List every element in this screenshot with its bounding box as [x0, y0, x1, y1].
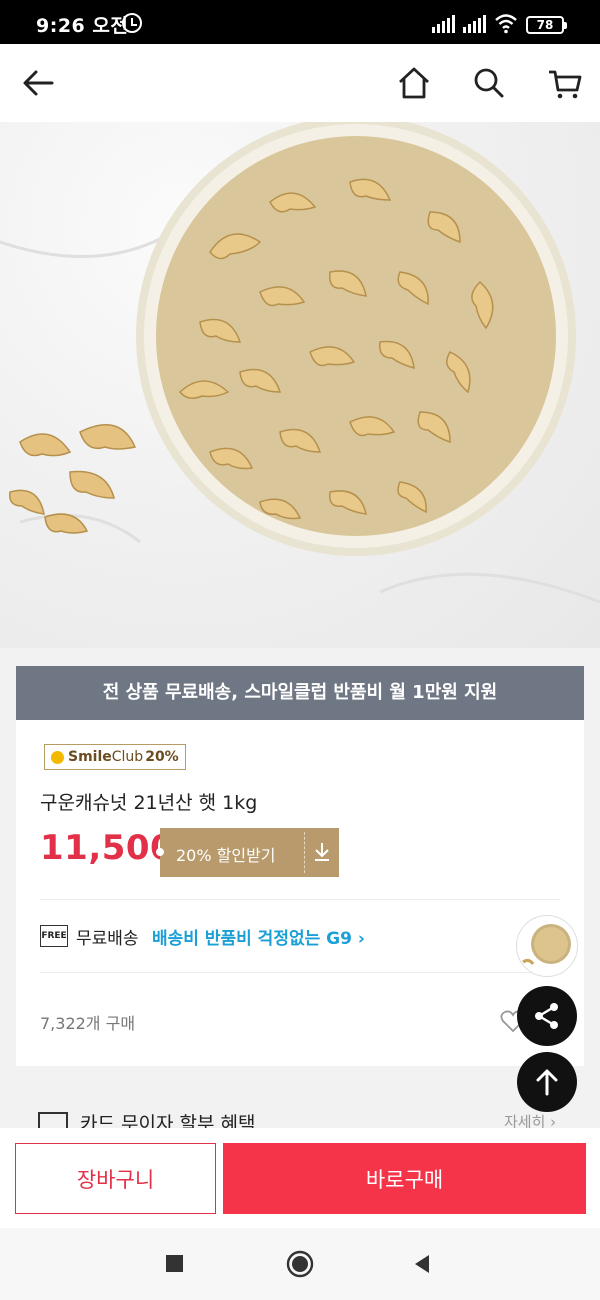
share-icon: [535, 1003, 558, 1029]
arrow-up-icon: [536, 1069, 558, 1096]
product-info-card: Smile Club 20% 구운캐슈넛 21년산 햇 1kg 11,500 2…: [16, 720, 584, 1066]
divider: [40, 899, 560, 900]
recents-icon[interactable]: [164, 1253, 186, 1275]
card-benefit-row[interactable]: 카드 무이자 할부 혜택 자세히 ›: [0, 1106, 600, 1130]
smile-logo-icon: [51, 750, 64, 764]
g9-promo-link[interactable]: 배송비 반품비 걱정없는 G9 ›: [152, 924, 365, 949]
status-time: 9:26 오전: [36, 15, 129, 37]
buy-now-button[interactable]: 바로구매: [223, 1143, 586, 1214]
card-benefit-label: 카드 무이자 할부 혜택: [80, 1113, 256, 1130]
coupon-divider: [304, 832, 305, 873]
system-nav-bar: [0, 1228, 600, 1300]
home-icon[interactable]: [394, 63, 434, 103]
product-title: 구운캐슈넛 21년산 햇 1kg: [40, 792, 258, 814]
scroll-top-button[interactable]: [517, 1052, 577, 1112]
coupon-notch: [156, 848, 164, 856]
product-image[interactable]: [0, 122, 600, 648]
back-arrow-icon[interactable]: [18, 63, 58, 103]
status-bar: 9:26 오전 78: [0, 0, 600, 44]
product-price: 11,500: [40, 828, 175, 868]
coupon-label: 20% 할인받기: [176, 846, 276, 865]
cart-icon[interactable]: [545, 63, 585, 103]
search-icon[interactable]: [469, 63, 509, 103]
battery-icon: 78: [526, 16, 567, 34]
cashew-bowl-image: [0, 122, 600, 604]
back-nav-icon[interactable]: [411, 1253, 433, 1275]
smile-club: Club: [111, 749, 144, 765]
smile-brand: Smile: [68, 749, 112, 765]
signal-icon: [432, 15, 456, 33]
divider: [40, 972, 560, 973]
smile-club-badge: Smile Club 20%: [44, 744, 186, 770]
purchase-count: 7,322개 구매: [40, 1014, 136, 1033]
free-shipping-icon: FREE: [40, 925, 68, 947]
coupon-button[interactable]: 20% 할인받기: [156, 828, 339, 877]
home-nav-icon[interactable]: [285, 1249, 315, 1279]
wifi-icon: [495, 14, 517, 34]
smile-percent: 20%: [145, 749, 179, 765]
floating-thumbnail[interactable]: [516, 915, 578, 977]
free-shipping-label: 무료배송: [76, 929, 139, 949]
download-icon: [315, 843, 329, 861]
share-button[interactable]: [517, 986, 577, 1046]
promo-banner: 전 상품 무료배송, 스마일클럽 반품비 월 1만원 지원: [16, 666, 584, 720]
bottom-action-bar: 장바구니 바로구매: [0, 1128, 600, 1228]
alarm-icon: [122, 13, 142, 33]
add-to-cart-button[interactable]: 장바구니: [15, 1143, 216, 1214]
app-header: [0, 44, 600, 122]
signal-icon-2: [463, 15, 487, 33]
